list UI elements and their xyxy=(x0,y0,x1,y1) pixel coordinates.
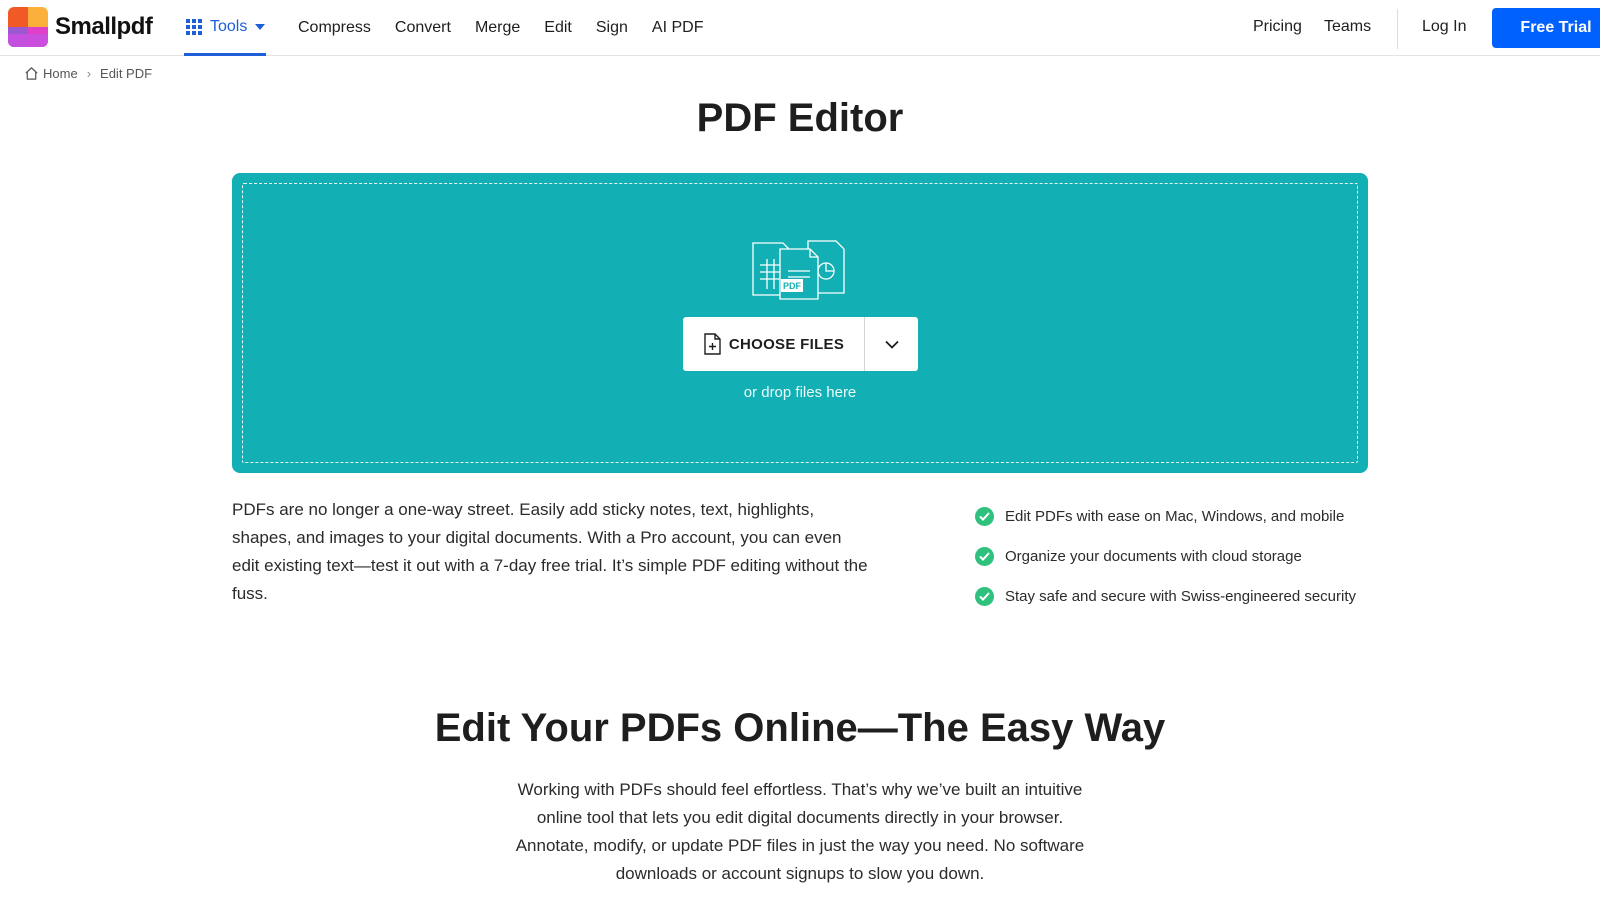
login-link[interactable]: Log In xyxy=(1422,18,1466,36)
feature-text: Organize your documents with cloud stora… xyxy=(1005,547,1302,565)
nav-link-compress[interactable]: Compress xyxy=(298,19,371,37)
pdf-badge: PDF xyxy=(783,281,802,291)
page-title: PDF Editor xyxy=(696,96,904,140)
logo-text: Smallpdf xyxy=(55,13,153,40)
feature-text: Edit PDFs with ease on Mac, Windows, and… xyxy=(1005,507,1345,525)
breadcrumb-separator: › xyxy=(86,66,92,81)
breadcrumb-home[interactable]: Home xyxy=(43,66,78,81)
tools-label: Tools xyxy=(210,17,248,35)
home-icon xyxy=(25,67,38,80)
smallpdf-logo[interactable]: Smallpdf xyxy=(8,7,153,47)
nav-link-edit[interactable]: Edit xyxy=(544,19,572,37)
nav-link-convert[interactable]: Convert xyxy=(395,19,451,37)
tool-description: PDFs are no longer a one-way street. Eas… xyxy=(232,500,868,603)
choose-files-label: CHOOSE FILES xyxy=(728,335,845,353)
breadcrumb: Home › Edit PDF xyxy=(24,66,152,81)
file-add-icon xyxy=(704,333,721,355)
free-trial-button[interactable]: Free Trial xyxy=(1492,8,1600,48)
caret-down-icon xyxy=(255,23,266,30)
section-heading: Edit Your PDFs Online—The Easy Way xyxy=(434,706,1166,750)
nav-link-merge[interactable]: Merge xyxy=(475,19,520,37)
check-circle-icon xyxy=(975,506,994,526)
nav-link-teams[interactable]: Teams xyxy=(1324,18,1371,36)
drop-files-hint: or drop files here xyxy=(743,384,857,401)
breadcrumb-current[interactable]: Edit PDF xyxy=(100,66,152,81)
feature-item: Stay safe and secure with Swiss-engineer… xyxy=(975,576,1356,616)
feature-item: Organize your documents with cloud stora… xyxy=(975,536,1356,576)
nav-link-ai-pdf[interactable]: AI PDF xyxy=(652,19,704,37)
file-dropzone[interactable]: PDF CHOOSE FILES or drop files here xyxy=(232,173,1368,473)
nav-link-pricing[interactable]: Pricing xyxy=(1253,18,1302,36)
section-intro: Working with PDFs should feel effortless… xyxy=(515,780,1085,883)
top-nav: Smallpdf Tools Compress Convert Merge Ed… xyxy=(0,0,1600,56)
choose-files-group: CHOOSE FILES xyxy=(683,317,918,371)
tools-menu[interactable]: Tools xyxy=(184,0,266,56)
choose-files-button[interactable]: CHOOSE FILES xyxy=(683,317,864,371)
files-illustration-icon: PDF xyxy=(752,240,845,300)
chevron-down-icon xyxy=(884,340,899,349)
nav-link-sign[interactable]: Sign xyxy=(596,19,628,37)
nav-divider xyxy=(1397,9,1398,49)
choose-files-dropdown[interactable] xyxy=(865,317,918,371)
feature-item: Edit PDFs with ease on Mac, Windows, and… xyxy=(975,496,1356,536)
feature-list: Edit PDFs with ease on Mac, Windows, and… xyxy=(975,496,1356,616)
check-circle-icon xyxy=(975,586,994,606)
primary-nav-links: Compress Convert Merge Edit Sign AI PDF xyxy=(298,0,727,56)
check-circle-icon xyxy=(975,546,994,566)
feature-text: Stay safe and secure with Swiss-engineer… xyxy=(1005,587,1357,605)
logo-mark-icon xyxy=(8,7,48,47)
grid-icon xyxy=(186,18,202,35)
